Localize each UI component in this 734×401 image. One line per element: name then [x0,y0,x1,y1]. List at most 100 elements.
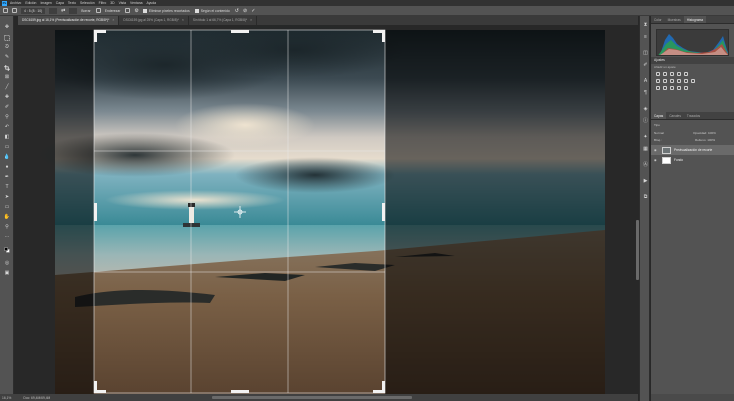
tab-document-2[interactable]: DSC6159.jpg al 25% (Capa 1, RGB/8)* × [119,16,189,25]
selective-color-icon[interactable] [684,86,688,90]
clear-button[interactable]: Borrar [81,9,90,13]
menu-3d[interactable]: 3D [110,1,114,5]
visibility-eye-icon[interactable]: ◉ [654,148,659,152]
delete-pixels-checkbox[interactable] [142,8,147,13]
reset-icon[interactable]: ↺ [235,8,239,14]
width-field[interactable] [49,7,58,14]
glyphs-icon[interactable]: Ⓐ [642,162,649,169]
menu-ayuda[interactable]: Ayuda [147,1,157,5]
horizontal-scrollbar[interactable] [212,396,412,399]
height-field[interactable] [69,7,78,14]
close-icon[interactable]: × [250,16,252,25]
tab-histogram[interactable]: Histograma [683,16,707,23]
marquee-tool-icon[interactable] [3,34,11,41]
eraser-icon[interactable]: ◧ [3,134,11,141]
crop-tool-icon[interactable] [12,8,17,13]
opacity-field[interactable]: Opacidad: 100% [693,131,716,135]
character-icon[interactable]: A [642,78,649,85]
eyedropper-icon[interactable]: ╱ [3,84,11,91]
black-white-icon[interactable] [670,79,674,83]
screen-mode-icon[interactable]: ▣ [3,270,11,277]
paragraph-icon[interactable]: ¶ [642,90,649,97]
clone-stamp-icon[interactable]: ⚲ [3,114,11,121]
actions-icon[interactable]: ▶ [642,178,649,185]
quick-select-icon[interactable]: ✎ [3,54,11,61]
home-icon[interactable] [3,8,8,13]
pen-tool-icon[interactable]: ✒ [3,174,11,181]
exposure-icon[interactable] [677,72,681,76]
straighten-button[interactable]: Enderezar [105,9,121,13]
tab-swatches[interactable]: Muestras [665,16,684,23]
curves-icon[interactable] [670,72,674,76]
straighten-icon[interactable] [95,8,101,13]
tab-layers[interactable]: Capas [651,112,667,119]
ratio-select[interactable]: 4 : 5 (8 : 10) [21,7,46,14]
hue-saturation-icon[interactable] [656,79,660,83]
close-icon[interactable]: × [182,16,184,25]
posterize-icon[interactable] [663,86,667,90]
move-tool-icon[interactable]: ✥ [3,24,11,31]
color-balance-icon[interactable] [663,79,667,83]
crop-tool-icon[interactable] [3,64,11,71]
menu-archivo[interactable]: Archivo [10,1,21,5]
properties-icon[interactable]: ≡ [642,34,649,41]
swap-icon[interactable]: ⇄ [61,8,65,14]
adjustments-title[interactable]: Ajustes [651,57,734,64]
type-tool-icon[interactable]: T [3,184,11,191]
history-icon[interactable]: ⧗ [642,22,649,29]
color-lookup-icon[interactable] [691,79,695,83]
visibility-eye-icon[interactable]: ◉ [654,158,659,162]
brush-panel-icon[interactable]: ✐ [642,62,649,69]
menu-seleccion[interactable]: Selección [80,1,95,5]
fill-field[interactable]: Relleno: 100% [695,138,715,142]
overlay-grid-icon[interactable] [125,8,131,13]
menu-ventana[interactable]: Ventana [130,1,142,5]
photo-canvas[interactable] [15,25,638,394]
healing-brush-icon[interactable]: ✚ [3,94,11,101]
more-tools-icon[interactable]: ··· [3,234,11,241]
levels-icon[interactable] [663,72,667,76]
tab-channels[interactable]: Canales [666,112,684,119]
color-swatches-icon[interactable] [3,246,11,253]
tab-color[interactable]: Color [651,16,665,23]
libraries-icon[interactable]: ◫ [642,50,649,57]
info-icon[interactable]: ⓘ [642,118,649,125]
gradient-map-icon[interactable] [677,86,681,90]
channel-mixer-icon[interactable] [684,79,688,83]
layer-comps-icon[interactable]: ◈ [642,106,649,113]
zoom-level[interactable]: 16,1% [2,396,11,400]
hand-tool-icon[interactable]: ✋ [3,214,11,221]
tab-document-3[interactable]: Sin título 1 al 66,7% (Capa 1, RGB/8)* × [189,16,258,25]
content-aware-checkbox[interactable] [194,8,199,13]
gradient-icon[interactable]: ▭ [3,144,11,151]
quick-mask-icon[interactable]: ◎ [3,260,11,267]
vibrance-icon[interactable] [684,72,688,76]
lasso-tool-icon[interactable]: ᘐ [3,44,11,51]
threshold-icon[interactable] [670,86,674,90]
menu-edicion[interactable]: Edición [25,1,36,5]
close-icon[interactable]: × [112,16,114,25]
canvas-area[interactable] [15,25,638,394]
menu-vista[interactable]: Vista [119,1,126,5]
swatches-icon[interactable]: ▦ [642,146,649,153]
layer-kind-filter[interactable]: Tipo [654,123,660,127]
path-select-icon[interactable]: ➤ [3,194,11,201]
brush-tool-icon[interactable]: ✐ [3,104,11,111]
timeline-icon[interactable]: ⧉ [642,194,649,201]
commit-crop-icon[interactable]: ✓ [251,8,255,14]
blur-tool-icon[interactable]: 💧 [3,154,11,161]
photo-filter-icon[interactable] [677,79,681,83]
cancel-crop-icon[interactable]: ⊘ [243,8,247,14]
menu-imagen[interactable]: Imagen [40,1,51,5]
tab-paths[interactable]: Trazados [684,112,703,119]
menu-texto[interactable]: Texto [68,1,76,5]
zoom-tool-icon[interactable]: ⚲ [3,224,11,231]
tab-document-1[interactable]: DSC6159.jpg al 16,1% (Previsualización d… [18,16,120,25]
menu-capa[interactable]: Capa [56,1,64,5]
menu-filtro[interactable]: Filtro [99,1,107,5]
invert-icon[interactable] [656,86,660,90]
settings-gear-icon[interactable]: ⚙ [134,8,138,14]
layer-row-background[interactable]: ◉ Fondo [651,155,734,165]
frame-tool-icon[interactable]: ⊠ [3,74,11,81]
dodge-tool-icon[interactable]: ● [3,164,11,171]
